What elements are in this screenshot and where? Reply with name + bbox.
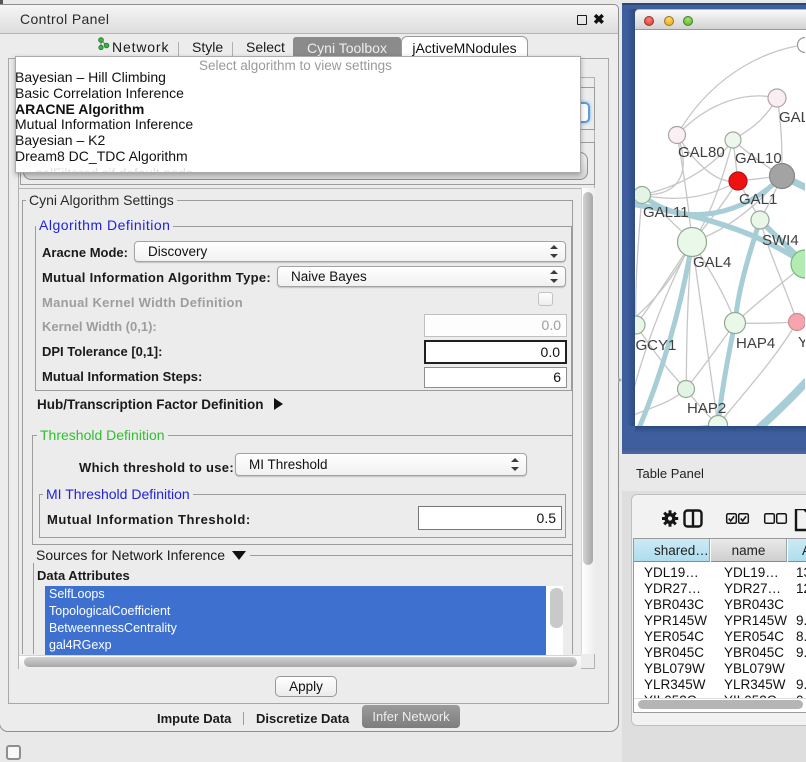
svg-text:GAL4: GAL4 (693, 254, 731, 271)
svg-text:YJR0: YJR0 (798, 334, 805, 351)
svg-text:GCY1: GCY1 (636, 337, 677, 354)
svg-text:GAL80: GAL80 (678, 144, 725, 161)
svg-text:GAL11: GAL11 (643, 204, 689, 221)
svg-text:HAP2: HAP2 (687, 400, 726, 417)
svg-text:GAL1: GAL1 (739, 191, 777, 208)
svg-text:HAP4: HAP4 (736, 335, 775, 352)
svg-text:SWI4: SWI4 (762, 232, 799, 249)
svg-text:GAL7: GAL7 (779, 109, 805, 126)
svg-text:GAL10: GAL10 (735, 150, 782, 167)
